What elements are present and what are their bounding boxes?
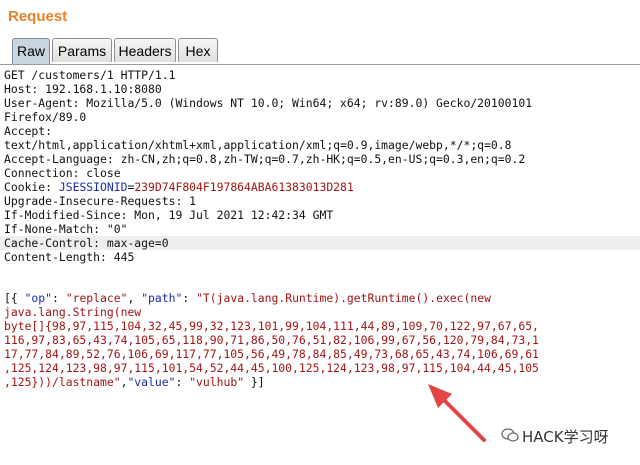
annotation-arrow [428,384,486,442]
arrow-shaft [438,394,486,442]
watermark-text: HACK学习呀 [522,428,609,446]
wechat-icon [501,428,519,442]
